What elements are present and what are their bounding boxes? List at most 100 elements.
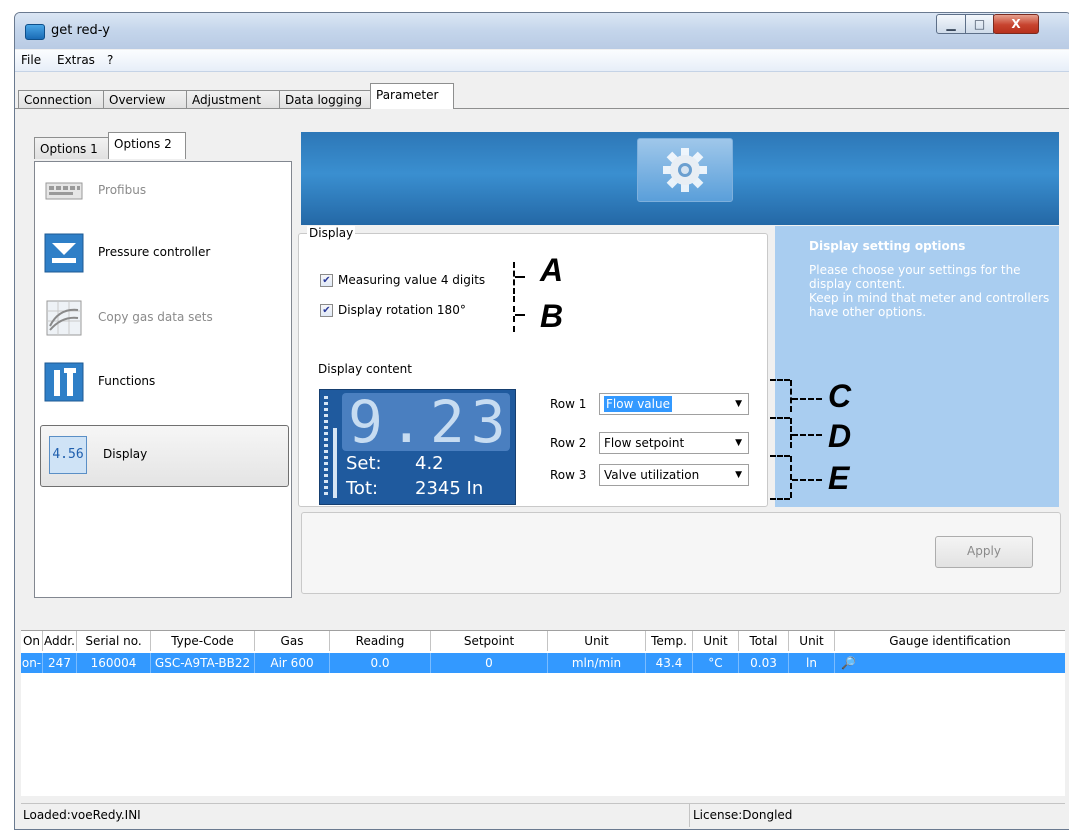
column-header[interactable]: Reading bbox=[330, 631, 431, 651]
tab-adjustment[interactable]: Adjustment bbox=[186, 90, 280, 108]
options-list: Profibus Pressure controller Copy gas da… bbox=[34, 161, 292, 598]
table-cell: on- bbox=[21, 653, 43, 673]
status-bar: Loaded:voeRedy.INI License:Dongled bbox=[21, 803, 1065, 827]
list-item-functions[interactable]: Functions bbox=[40, 354, 289, 412]
maximize-button[interactable]: □ bbox=[965, 14, 994, 34]
menu-bar: File Extras ? bbox=[15, 50, 1069, 72]
help-text-2: Keep in mind that meter and controllers … bbox=[809, 291, 1050, 319]
annotation-letter: E bbox=[828, 460, 850, 496]
apply-area: Apply bbox=[301, 512, 1061, 594]
row-3-label: Row 3 bbox=[550, 468, 587, 482]
list-item-label: Pressure controller bbox=[98, 245, 211, 259]
column-header[interactable]: Unit bbox=[693, 631, 739, 651]
lcd-bar-scale bbox=[324, 396, 328, 496]
column-header[interactable]: Serial no. bbox=[77, 631, 151, 651]
menu-help[interactable]: ? bbox=[107, 53, 113, 67]
row-2-select[interactable]: Flow setpoint ▼ bbox=[599, 432, 749, 454]
minimize-button[interactable]: ▁ bbox=[936, 14, 966, 34]
checkbox-label: Measuring value 4 digits bbox=[338, 273, 486, 287]
column-header[interactable]: Total bbox=[739, 631, 789, 651]
list-item-label: Functions bbox=[98, 374, 156, 388]
column-header[interactable]: Gauge identification bbox=[835, 631, 1065, 651]
parameter-panel: Options 1 Options 2 Profibus Pressure co… bbox=[15, 108, 1069, 621]
display-rotation-checkbox[interactable]: ✔ bbox=[320, 304, 333, 317]
gauge-search-icon[interactable]: 🔎 bbox=[835, 656, 856, 670]
table-cell: 0.03 bbox=[739, 653, 789, 673]
tab-options-2[interactable]: Options 2 bbox=[108, 132, 186, 159]
column-header[interactable]: Setpoint bbox=[431, 631, 548, 651]
help-panel: Display setting options Please choose yo… bbox=[775, 226, 1059, 507]
column-header[interactable]: Gas bbox=[255, 631, 330, 651]
column-header[interactable]: Unit bbox=[548, 631, 646, 651]
row-3-select[interactable]: Valve utilization ▼ bbox=[599, 464, 749, 486]
device-table: On Addr. Serial no. Type-Code Gas Readin… bbox=[21, 630, 1065, 796]
column-header[interactable]: Temp. bbox=[646, 631, 693, 651]
menu-file[interactable]: File bbox=[21, 53, 41, 67]
lcd-set-label: Set: bbox=[346, 453, 382, 474]
row-1-value: Flow value bbox=[604, 396, 672, 412]
status-loaded-file: Loaded:voeRedy.INI bbox=[23, 808, 141, 822]
chevron-down-icon: ▼ bbox=[735, 399, 742, 409]
annotation-letter: D bbox=[828, 418, 852, 454]
table-cell: 0.0 bbox=[330, 653, 431, 673]
status-license: License:Dongled bbox=[693, 808, 793, 822]
checkbox-label: Display rotation 180° bbox=[338, 303, 466, 317]
annotation-letter: C bbox=[828, 378, 852, 414]
list-item-copy-gas-data: Copy gas data sets bbox=[40, 290, 289, 348]
tab-overview[interactable]: Overview bbox=[103, 90, 187, 108]
app-window: get red-y ▁ □ X File Extras ? Connection… bbox=[14, 12, 1069, 830]
tab-options-1[interactable]: Options 1 bbox=[34, 137, 109, 159]
column-header[interactable]: On bbox=[21, 631, 43, 651]
column-header[interactable]: Unit bbox=[789, 631, 835, 651]
row-1-select[interactable]: Flow value ▼ bbox=[599, 393, 749, 415]
table-cell: 0 bbox=[431, 653, 548, 673]
list-item-profibus: Profibus bbox=[40, 163, 289, 221]
gear-icon bbox=[663, 148, 707, 192]
table-cell: 160004 bbox=[77, 653, 151, 673]
list-item-pressure-controller[interactable]: Pressure controller bbox=[40, 225, 289, 283]
pressure-controller-icon bbox=[44, 233, 84, 273]
chevron-down-icon: ▼ bbox=[735, 470, 742, 480]
row-2-value: Flow setpoint bbox=[604, 436, 685, 450]
table-cell: 43.4 bbox=[646, 653, 693, 673]
status-divider bbox=[689, 804, 690, 827]
help-text-1: Please choose your settings for the disp… bbox=[809, 263, 1021, 291]
tab-connection[interactable]: Connection bbox=[18, 90, 104, 108]
minimize-icon: ▁ bbox=[946, 17, 956, 31]
chevron-down-icon: ▼ bbox=[735, 438, 742, 448]
table-cell: ln bbox=[789, 653, 835, 673]
list-item-label: Copy gas data sets bbox=[98, 310, 213, 324]
settings-button[interactable] bbox=[637, 138, 733, 202]
annotation-letter: A bbox=[540, 252, 564, 288]
list-item-display[interactable]: 4.56 Display bbox=[40, 425, 289, 487]
column-header[interactable]: Type-Code bbox=[151, 631, 255, 651]
table-cell: 🔎 bbox=[835, 653, 1065, 673]
table-cell: GSC-A9TA-BB22 bbox=[151, 653, 255, 673]
table-cell: Air 600 bbox=[255, 653, 330, 673]
menu-extras[interactable]: Extras bbox=[57, 53, 95, 67]
lcd-total-label: Tot: bbox=[346, 478, 379, 499]
close-button[interactable]: X bbox=[993, 14, 1039, 34]
lcd-set-value: 4.2 bbox=[415, 453, 444, 474]
title-bar[interactable]: get red-y ▁ □ X bbox=[15, 13, 1069, 49]
maximize-icon: □ bbox=[973, 17, 986, 31]
table-cell: 247 bbox=[43, 653, 77, 673]
tab-parameter[interactable]: Parameter bbox=[370, 83, 454, 109]
lcd-main-value: 9.23 bbox=[348, 388, 512, 456]
tab-data-logging[interactable]: Data logging bbox=[279, 90, 371, 108]
measuring-value-checkbox[interactable]: ✔ bbox=[320, 274, 333, 287]
row-2-label: Row 2 bbox=[550, 436, 587, 450]
lcd-preview: 9.23 Set: 4.2 Tot: 2345 In bbox=[319, 389, 516, 505]
group-title: Display bbox=[307, 226, 356, 240]
display-content-label: Display content bbox=[318, 362, 412, 376]
profibus-icon bbox=[45, 182, 83, 200]
apply-button[interactable]: Apply bbox=[935, 536, 1033, 568]
main-tabs: Connection Overview Adjustment Data logg… bbox=[15, 73, 1069, 109]
table-cell: °C bbox=[693, 653, 739, 673]
row-3-value: Valve utilization bbox=[604, 468, 700, 482]
column-header[interactable]: Addr. bbox=[43, 631, 77, 651]
annotation-letter: B bbox=[540, 298, 564, 334]
help-title: Display setting options bbox=[809, 239, 966, 253]
list-item-label: Display bbox=[103, 447, 148, 461]
window-title: get red-y bbox=[51, 23, 110, 38]
